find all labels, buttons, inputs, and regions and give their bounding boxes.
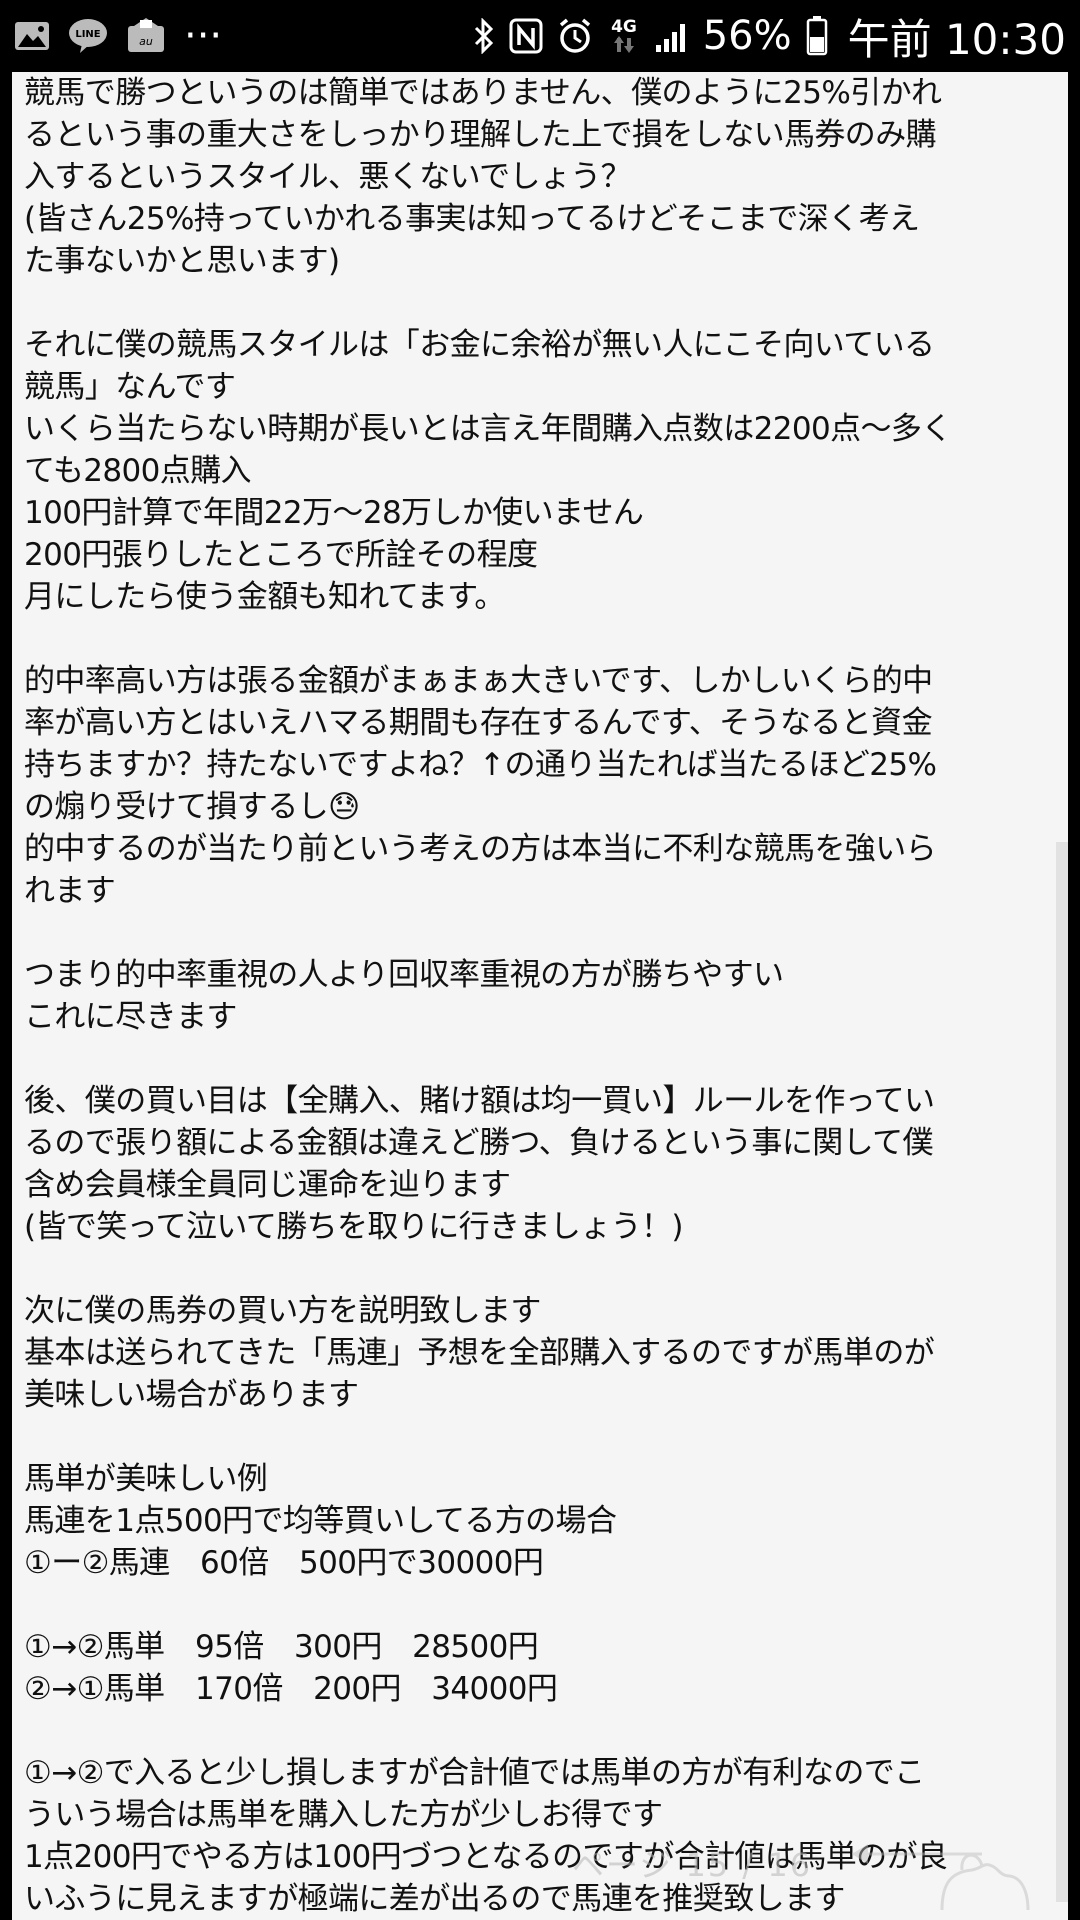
swipe-gesture-icon (832, 1832, 1032, 1916)
svg-text:au: au (139, 35, 153, 48)
page-indicator: ページ 15 / 16 (572, 1846, 813, 1884)
text-line: 後、僕の買い目は【全購入、賭け額は均一買い】ルールを作ってい (24, 1083, 935, 1119)
text-line: れます (24, 873, 116, 909)
4g-icon: 4G (607, 16, 641, 56)
battery-percent: 56% (702, 13, 792, 59)
text-line: 美味しい場合があります (24, 1377, 359, 1413)
line-icon: LINE (68, 18, 108, 54)
au-mail-icon: au (126, 18, 166, 54)
text-line: るので張り額による金額は違えど勝つ、負けるという事に関して僕 (24, 1125, 934, 1161)
text-line: これに尽きます (24, 999, 237, 1035)
gallery-icon (14, 21, 50, 51)
text-line: 競馬で勝つというのは簡単ではありません、僕のように25%引かれ (24, 75, 942, 111)
text-line: ①→②馬単 95倍 300円 28500円 (24, 1629, 539, 1665)
battery-icon (806, 16, 828, 56)
text-line: 馬連を1点500円で均等買いしてる方の場合 (24, 1503, 617, 1539)
text-line: るという事の重大さをしっかり理解した上で損をしない馬券のみ購 (24, 117, 937, 153)
text-line: (皆さん25%持っていかれる事実は知ってるけどそこまで深く考え (24, 201, 920, 237)
alarm-icon (557, 18, 593, 54)
svg-text:4G: 4G (611, 17, 637, 37)
text-line: 月にしたら使う金額も知れてます。 (24, 579, 505, 615)
text-line: ②→①馬単 170倍 200円 34000円 (24, 1671, 558, 1707)
scrollbar-handle[interactable] (1056, 842, 1068, 1902)
text-line: 200円張りしたところで所詮その程度 (24, 537, 538, 573)
text-line: の煽り受けて損するし😓 (24, 789, 360, 825)
nfc-icon (509, 18, 543, 54)
status-bar: LINE au ··· 4G 56% 午前 10:30 (0, 0, 1080, 72)
text-line: それに僕の競馬スタイルは「お金に余裕が無い人にこそ向いている (24, 327, 935, 363)
text-line: つまり的中率重視の人より回収率重視の方が勝ちやすい (24, 957, 784, 993)
text-line: (皆で笑って泣いて勝ちを取りに行きましょう！) (24, 1209, 684, 1245)
text-line: 的中率高い方は張る金額がまぁまぁ大きいです、しかしいくら的中 (24, 663, 933, 699)
text-line: ①→②で入ると少し損しますが合計値では馬単の方が有利なのでこ (24, 1755, 925, 1791)
text-line: ①ー②馬連 60倍 500円で30000円 (24, 1545, 544, 1581)
document-viewer[interactable]: 競馬で勝つというのは簡単ではありません、僕のように25%引かれ るという事の重大… (12, 72, 1068, 1920)
signal-icon (655, 19, 689, 53)
document-text: 競馬で勝つというのは簡単ではありません、僕のように25%引かれ るという事の重大… (24, 72, 1068, 1920)
text-line: いくら当たらない時期が長いとは言え年間購入点数は2200点〜多く (24, 411, 952, 447)
notification-area: LINE au ··· (14, 16, 222, 56)
text-line: 競馬」なんです (24, 369, 236, 405)
text-line: 率が高い方とはいえハマる期間も存在するんです、そうなると資金 (24, 705, 933, 741)
text-line: 的中するのが当たり前という考えの方は本当に不利な競馬を強いら (24, 831, 937, 867)
text-line: 次に僕の馬券の買い方を説明致します (24, 1293, 541, 1329)
text-line: ういう場合は馬単を購入した方が少しお得です (24, 1797, 663, 1833)
text-line: ても2800点購入 (24, 453, 252, 489)
clock: 午前 10:30 (847, 14, 1066, 64)
bluetooth-icon (473, 18, 495, 54)
text-line: た事ないかと思います) (24, 243, 340, 279)
text-line: 馬単が美味しい例 (24, 1461, 268, 1497)
more-notifications-indicator: ··· (184, 13, 223, 59)
system-status-area: 4G 56% 午前 10:30 (473, 6, 1066, 67)
text-line: 入するというスタイル、悪くないでしょう？ (24, 159, 632, 195)
text-line: 持ちますか？持たないですよね？↑の通り当たれば当たるほど25% (24, 747, 937, 783)
text-line: 100円計算で年間22万〜28万しか使いません (24, 495, 644, 531)
text-line: 基本は送られてきた「馬連」予想を全部購入するのですが馬単のが (24, 1335, 935, 1371)
svg-text:LINE: LINE (75, 29, 100, 40)
text-line: 含め会員様全員同じ運命を辿ります (24, 1167, 511, 1203)
